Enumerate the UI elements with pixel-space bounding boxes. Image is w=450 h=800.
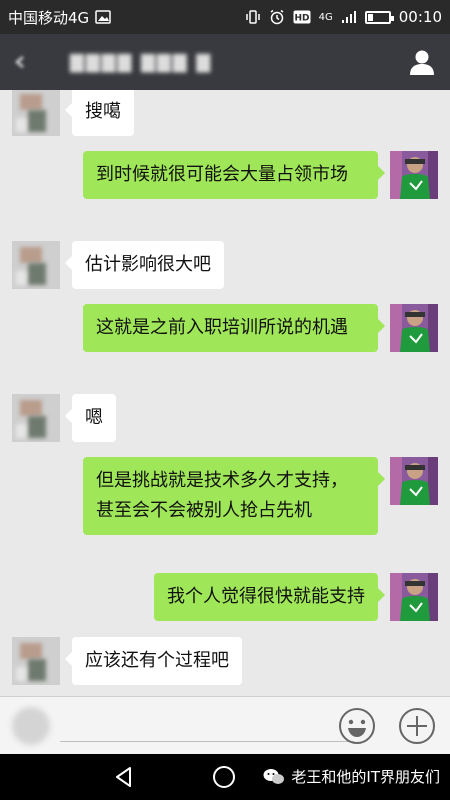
triangle-back-icon — [116, 767, 131, 787]
svg-text:HD: HD — [294, 14, 309, 24]
vibrate-icon — [245, 10, 260, 24]
hd-icon: HD — [293, 10, 311, 24]
message-bubble[interactable]: 到时候就很可能会大量占领市场 — [83, 151, 385, 199]
my-avatar[interactable] — [390, 457, 438, 505]
more-options-button[interactable] — [398, 707, 436, 745]
battery-icon — [364, 10, 394, 24]
input-bar — [0, 696, 450, 754]
message-bubble[interactable]: 估计影响很大吧 — [65, 241, 224, 289]
avatar-photo — [390, 573, 438, 621]
chat-area[interactable]: 搜噶 到时候就很可能会大量占领市场 估计影响很大吧 这就是之前入职培训所说的机遇… — [0, 90, 450, 696]
message-bubble[interactable]: 我个人觉得很快就能支持 — [154, 573, 385, 621]
sender-avatar[interactable] — [12, 90, 60, 136]
avatar-photo — [390, 457, 438, 505]
message-outgoing: 到时候就很可能会大量占领市场 — [83, 151, 438, 199]
sender-avatar[interactable] — [12, 394, 60, 442]
system-nav-bar: 老王和他的IT界朋友们 — [0, 754, 450, 800]
message-bubble[interactable]: 但是挑战就是技术多久才支持，甚至会不会被别人抢占先机 — [83, 457, 385, 535]
circle-home-icon — [213, 766, 235, 788]
message-bubble[interactable]: 嗯 — [65, 394, 116, 442]
chat-title: ▇▇▇▇ ▇▇▇ ▇ — [70, 51, 213, 73]
carrier-info: 中国移动4G — [8, 7, 111, 28]
sender-avatar[interactable] — [12, 637, 60, 685]
avatar-photo — [390, 151, 438, 199]
sender-avatar[interactable] — [12, 241, 60, 289]
message-incoming: 估计影响很大吧 — [12, 241, 224, 289]
back-icon — [15, 56, 24, 68]
nav-home-button[interactable] — [212, 765, 236, 793]
message-bubble[interactable]: 应该还有个过程吧 — [65, 637, 242, 685]
message-incoming: 嗯 — [12, 394, 116, 442]
my-avatar[interactable] — [390, 573, 438, 621]
message-bubble[interactable]: 这就是之前入职培训所说的机遇 — [83, 304, 385, 352]
network-type-label: 4G — [318, 11, 333, 23]
my-avatar[interactable] — [390, 151, 438, 199]
message-incoming: 应该还有个过程吧 — [12, 637, 242, 685]
person-icon — [410, 50, 434, 75]
watermark-text: 老王和他的IT界朋友们 — [291, 768, 440, 786]
avatar-photo — [390, 304, 438, 352]
contact-info-button[interactable] — [406, 46, 438, 78]
my-avatar[interactable] — [390, 304, 438, 352]
nav-back-button[interactable] — [112, 765, 136, 793]
message-outgoing: 我个人觉得很快就能支持 — [154, 573, 438, 621]
message-input[interactable] — [60, 741, 354, 742]
voice-toggle-button[interactable] — [12, 707, 50, 745]
emoji-icon — [339, 708, 375, 744]
message-incoming: 搜噶 — [12, 90, 134, 136]
back-button[interactable] — [0, 34, 40, 90]
plus-icon — [399, 708, 435, 744]
message-outgoing: 这就是之前入职培训所说的机遇 — [83, 304, 438, 352]
status-bar: 中国移动4G HD 4G 00:10 — [0, 0, 450, 34]
image-notification-icon — [95, 10, 111, 24]
carrier-label: 中国移动4G — [8, 8, 90, 27]
alarm-icon — [270, 9, 284, 25]
message-bubble[interactable]: 搜噶 — [65, 90, 134, 136]
clock: 00:10 — [398, 8, 442, 26]
signal-icon — [341, 11, 356, 23]
title-bar: ▇▇▇▇ ▇▇▇ ▇ — [0, 34, 450, 90]
watermark: 老王和他的IT界朋友们 — [263, 766, 440, 787]
wechat-icon — [263, 768, 285, 784]
message-outgoing: 但是挑战就是技术多久才支持，甚至会不会被别人抢占先机 — [83, 457, 438, 535]
emoji-button[interactable] — [338, 707, 376, 745]
